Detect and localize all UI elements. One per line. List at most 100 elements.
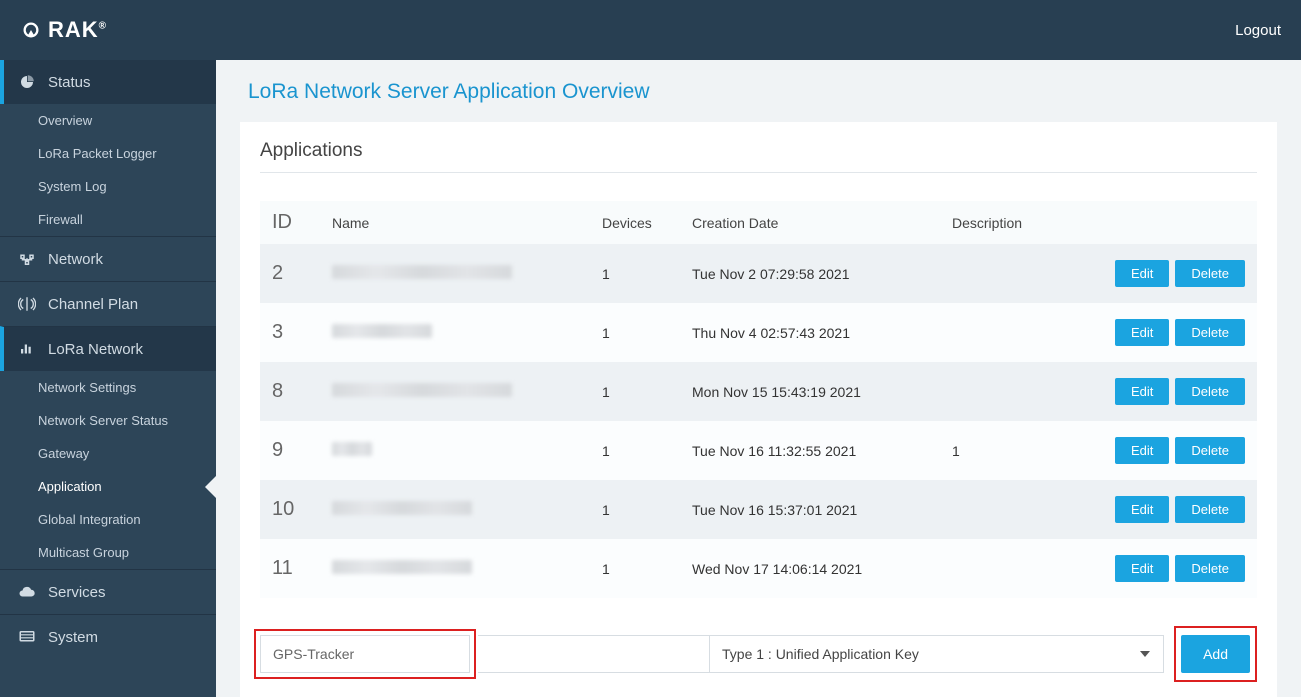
bars-icon — [18, 340, 36, 358]
nav-lora-network-settings[interactable]: Network Settings — [0, 371, 216, 404]
delete-button[interactable]: Delete — [1175, 319, 1245, 346]
nav-lora-application[interactable]: Application — [0, 470, 216, 503]
cell-desc — [940, 303, 1090, 362]
col-desc: Description — [940, 201, 1090, 244]
cell-devices: 1 — [590, 303, 680, 362]
nav-system[interactable]: System — [0, 614, 216, 659]
nav-channel-label: Channel Plan — [48, 296, 138, 313]
applications-table: ID Name Devices Creation Date Descriptio… — [260, 201, 1257, 598]
cell-devices: 1 — [590, 421, 680, 480]
edit-button[interactable]: Edit — [1115, 319, 1169, 346]
redacted-name — [332, 501, 472, 515]
cell-name — [320, 539, 590, 598]
nav-services[interactable]: Services — [0, 569, 216, 614]
table-row: 111Wed Nov 17 14:06:14 2021EditDelete — [260, 539, 1257, 598]
nav-lora-gateway[interactable]: Gateway — [0, 437, 216, 470]
nav-channel-plan[interactable]: Channel Plan — [0, 281, 216, 326]
cell-desc — [940, 244, 1090, 303]
sidebar: Status Overview LoRa Packet Logger Syste… — [0, 60, 216, 697]
cell-id: 10 — [260, 480, 320, 539]
delete-button[interactable]: Delete — [1175, 496, 1245, 523]
col-devices: Devices — [590, 201, 680, 244]
delete-button[interactable]: Delete — [1175, 260, 1245, 287]
cell-devices: 1 — [590, 244, 680, 303]
system-icon — [18, 628, 36, 646]
cell-desc: 1 — [940, 421, 1090, 480]
nav-lora-global-integration[interactable]: Global Integration — [0, 503, 216, 536]
section-title: Applications — [260, 140, 1257, 162]
cell-actions: EditDelete — [1090, 539, 1257, 598]
nav-lora-network[interactable]: LoRa Network — [0, 326, 216, 371]
dashboard-icon — [18, 73, 36, 91]
cell-actions: EditDelete — [1090, 480, 1257, 539]
main-content: LoRa Network Server Application Overview… — [216, 60, 1301, 697]
add-application-row: Type 1 : Unified Application Key Add — [260, 626, 1257, 682]
application-name-input[interactable] — [260, 635, 470, 673]
application-type-select-wrap: Type 1 : Unified Application Key — [709, 635, 1164, 673]
cell-date: Tue Nov 16 11:32:55 2021 — [680, 421, 940, 480]
delete-button[interactable]: Delete — [1175, 437, 1245, 464]
table-row: 3 1Thu Nov 4 02:57:43 2021 EditDelete — [260, 303, 1257, 362]
cell-desc — [940, 362, 1090, 421]
add-button[interactable]: Add — [1181, 635, 1250, 673]
cell-name — [320, 303, 590, 362]
cell-date: Tue Nov 2 07:29:58 2021 — [680, 244, 940, 303]
table-row: 91Tue Nov 16 11:32:55 20211EditDelete — [260, 421, 1257, 480]
nav-status-label: Status — [48, 74, 91, 91]
nav-status-system-log[interactable]: System Log — [0, 170, 216, 203]
cell-id: 8 — [260, 362, 320, 421]
cell-actions: EditDelete — [1090, 303, 1257, 362]
edit-button[interactable]: Edit — [1115, 437, 1169, 464]
nav-lora-multicast[interactable]: Multicast Group — [0, 536, 216, 569]
cell-desc — [940, 480, 1090, 539]
cell-desc — [940, 539, 1090, 598]
cell-id: 3 — [260, 303, 320, 362]
nav-services-label: Services — [48, 584, 106, 601]
edit-button[interactable]: Edit — [1115, 496, 1169, 523]
app-header: RAK® Logout — [0, 0, 1301, 60]
application-name-input-extra[interactable] — [478, 635, 710, 673]
application-type-select[interactable]: Type 1 : Unified Application Key — [709, 635, 1164, 673]
redacted-name — [332, 383, 512, 397]
cell-devices: 1 — [590, 362, 680, 421]
cell-name — [320, 480, 590, 539]
redacted-name — [332, 442, 372, 456]
cell-actions: EditDelete — [1090, 421, 1257, 480]
col-actions — [1090, 201, 1257, 244]
table-row: 8 1Mon Nov 15 15:43:19 2021 EditDelete — [260, 362, 1257, 421]
cell-date: Mon Nov 15 15:43:19 2021 — [680, 362, 940, 421]
table-row: 2 1Tue Nov 2 07:29:58 2021 EditDelete — [260, 244, 1257, 303]
cell-date: Wed Nov 17 14:06:14 2021 — [680, 539, 940, 598]
brand-logo: RAK® — [22, 17, 107, 43]
table-row: 101Tue Nov 16 15:37:01 2021EditDelete — [260, 480, 1257, 539]
col-date: Creation Date — [680, 201, 940, 244]
cell-devices: 1 — [590, 480, 680, 539]
edit-button[interactable]: Edit — [1115, 378, 1169, 405]
delete-button[interactable]: Delete — [1175, 378, 1245, 405]
delete-button[interactable]: Delete — [1175, 555, 1245, 582]
logout-link[interactable]: Logout — [1235, 22, 1281, 39]
cell-id: 2 — [260, 244, 320, 303]
nav-status-overview[interactable]: Overview — [0, 104, 216, 137]
page-title: LoRa Network Server Application Overview — [240, 80, 1277, 104]
nav-status[interactable]: Status — [0, 60, 216, 104]
edit-button[interactable]: Edit — [1115, 260, 1169, 287]
network-icon — [18, 250, 36, 268]
cell-devices: 1 — [590, 539, 680, 598]
cell-date: Thu Nov 4 02:57:43 2021 — [680, 303, 940, 362]
cell-actions: EditDelete — [1090, 362, 1257, 421]
redacted-name — [332, 560, 472, 574]
cell-name — [320, 362, 590, 421]
redacted-name — [332, 265, 512, 279]
nav-system-label: System — [48, 629, 98, 646]
cell-id: 11 — [260, 539, 320, 598]
nav-lora-server-status[interactable]: Network Server Status — [0, 404, 216, 437]
nav-status-firewall[interactable]: Firewall — [0, 203, 216, 236]
edit-button[interactable]: Edit — [1115, 555, 1169, 582]
nav-network-label: Network — [48, 251, 103, 268]
nav-status-packet-logger[interactable]: LoRa Packet Logger — [0, 137, 216, 170]
logo-icon — [22, 21, 40, 39]
nav-network[interactable]: Network — [0, 236, 216, 281]
cell-id: 9 — [260, 421, 320, 480]
antenna-icon — [18, 295, 36, 313]
